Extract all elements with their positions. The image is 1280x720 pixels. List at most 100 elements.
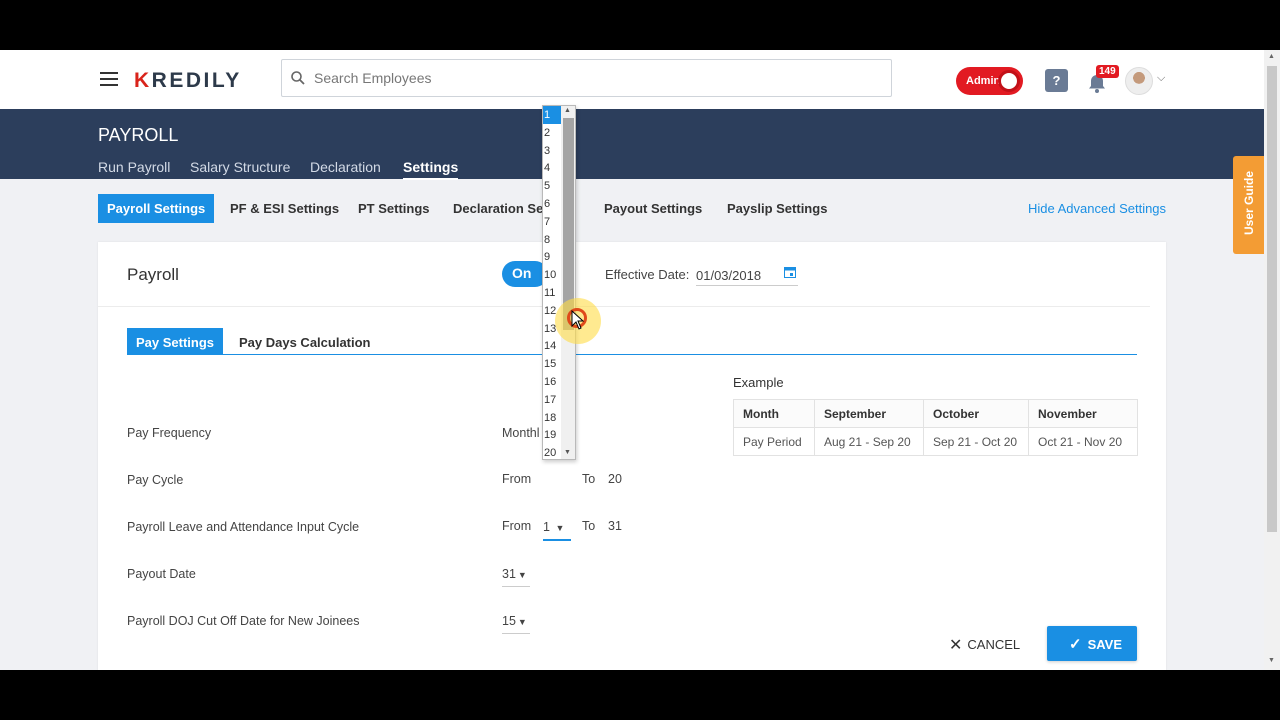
scroll-down-icon[interactable]: ▼ xyxy=(1268,657,1275,664)
subtab-payroll-settings[interactable]: Payroll Settings xyxy=(98,194,215,223)
effective-date-label: Effective Date: xyxy=(605,267,690,282)
subtab-pf-esi-settings[interactable]: PF & ESI Settings xyxy=(221,194,348,223)
menu-icon[interactable] xyxy=(100,72,118,86)
close-icon: ✕ xyxy=(949,637,963,654)
dropdown-option[interactable]: 11 xyxy=(543,284,561,302)
table-header: Month xyxy=(733,399,815,428)
payout-date-value: 31 xyxy=(502,567,516,581)
doj-cutoff-label: Payroll DOJ Cut Off Date for New Joinees xyxy=(127,614,360,628)
tab-settings[interactable]: Settings xyxy=(403,159,459,180)
leave-cycle-to-label: To xyxy=(582,519,596,533)
leave-cycle-from-label: From xyxy=(502,519,532,533)
scroll-down-icon[interactable]: ▼ xyxy=(564,449,571,456)
doj-cutoff-select[interactable]: 15 ▼ xyxy=(502,614,530,634)
payout-date-select[interactable]: 31 ▼ xyxy=(502,567,530,587)
example-table: Month September October November Pay Per… xyxy=(733,399,1138,456)
leave-cycle-to-value[interactable]: 31 xyxy=(608,519,622,533)
scroll-up-icon[interactable]: ▲ xyxy=(1268,53,1275,60)
leave-cycle-label: Payroll Leave and Attendance Input Cycle xyxy=(127,520,360,534)
dropdown-option[interactable]: 18 xyxy=(543,409,561,427)
subtab-declaration-settings[interactable]: Declaration Se xyxy=(444,194,552,223)
dropdown-option[interactable]: 20 xyxy=(543,444,561,459)
logo-rest: REDILY xyxy=(151,69,242,92)
dropdown-option[interactable]: 19 xyxy=(543,426,561,444)
dropdown-option[interactable]: 14 xyxy=(543,337,561,355)
table-cell: Oct 21 - Nov 20 xyxy=(1028,427,1138,456)
payout-date-label: Payout Date xyxy=(127,567,196,581)
cancel-button[interactable]: ✕ CANCEL xyxy=(949,635,1020,655)
notification-badge: 149 xyxy=(1096,65,1119,78)
effective-date-field[interactable]: 01/03/2018 xyxy=(696,264,798,286)
check-icon: ✓ xyxy=(1069,636,1082,653)
app-viewport: KREDILY Admin ? 149 ⌵ PAYROLL Run Payrol… xyxy=(0,50,1280,670)
dropdown-option[interactable]: 10 xyxy=(543,266,561,284)
table-header: September xyxy=(814,399,924,428)
scroll-up-icon[interactable]: ▲ xyxy=(564,107,571,114)
tab-salary-structure[interactable]: Salary Structure xyxy=(190,159,290,175)
user-guide-tab[interactable]: User Guide xyxy=(1233,156,1264,254)
tab-declaration[interactable]: Declaration xyxy=(310,159,381,175)
dropdown-options: 1 2 3 4 5 6 7 8 9 10 11 12 13 14 15 16 17 18 19 20 xyxy=(543,106,561,459)
dropdown-option[interactable]: 5 xyxy=(543,177,561,195)
user-guide-label: User Guide xyxy=(1242,170,1256,236)
save-button[interactable]: ✓ SAVE xyxy=(1047,626,1137,661)
dropdown-option[interactable]: 7 xyxy=(543,213,561,231)
pay-frequency-select[interactable]: Monthl xyxy=(502,426,540,440)
scrollbar-thumb[interactable] xyxy=(1267,66,1277,532)
dropdown-option[interactable]: 4 xyxy=(543,159,561,177)
subtab-payout-settings[interactable]: Payout Settings xyxy=(595,194,711,223)
subtab-pt-settings[interactable]: PT Settings xyxy=(349,194,439,223)
admin-label: Admin xyxy=(966,75,1001,87)
dropdown-option[interactable]: 9 xyxy=(543,248,561,266)
table-row: Pay Period Aug 21 - Sep 20 Sep 21 - Oct … xyxy=(733,427,1138,456)
pay-frequency-label: Pay Frequency xyxy=(127,426,212,440)
admin-toggle[interactable]: Admin xyxy=(956,67,1023,95)
table-header: October xyxy=(923,399,1029,428)
tab-underline xyxy=(127,354,1137,355)
search-box xyxy=(281,59,892,97)
from-day-dropdown-list[interactable]: 1 2 3 4 5 6 7 8 9 10 11 12 13 14 15 16 17 18 19 20 ▲ ▼ xyxy=(542,105,576,460)
divider xyxy=(98,306,1150,307)
tab-pay-days-calculation[interactable]: Pay Days Calculation xyxy=(230,328,380,355)
table-cell: Pay Period xyxy=(733,427,815,456)
chevron-down-icon[interactable]: ⌵ xyxy=(1157,72,1165,85)
dropdown-option[interactable]: 15 xyxy=(543,355,561,373)
table-cell: Sep 21 - Oct 20 xyxy=(923,427,1029,456)
toggle-knob xyxy=(998,70,1020,92)
page-scrollbar[interactable]: ▲ ▼ xyxy=(1264,50,1280,670)
tab-pay-settings[interactable]: Pay Settings xyxy=(127,328,224,355)
dropdown-option[interactable]: 3 xyxy=(543,142,561,160)
subtab-payslip-settings[interactable]: Payslip Settings xyxy=(718,194,836,223)
cancel-label: CANCEL xyxy=(967,637,1021,652)
top-bar: KREDILY Admin ? 149 ⌵ xyxy=(0,50,1264,109)
hide-advanced-settings-link[interactable]: Hide Advanced Settings xyxy=(1028,201,1166,216)
dropdown-option[interactable]: 6 xyxy=(543,195,561,213)
dropdown-scrollbar[interactable]: ▲ ▼ xyxy=(561,106,575,459)
logo-k: K xyxy=(134,69,152,92)
leave-cycle-from-select[interactable]: 1 ▼ xyxy=(543,520,571,541)
dropdown-option[interactable]: 1 xyxy=(543,106,561,124)
search-input[interactable] xyxy=(314,68,874,88)
doj-cutoff-value: 15 xyxy=(502,614,516,628)
dropdown-option[interactable]: 16 xyxy=(543,373,561,391)
save-label: SAVE xyxy=(1087,637,1123,652)
dropdown-option[interactable]: 2 xyxy=(543,124,561,142)
caret-down-icon: ▼ xyxy=(517,617,527,627)
help-button[interactable]: ? xyxy=(1045,69,1068,92)
pay-cycle-from-label: From xyxy=(502,472,532,486)
leave-cycle-from-value: 1 xyxy=(543,520,550,534)
avatar[interactable] xyxy=(1125,67,1153,95)
pay-cycle-to-value[interactable]: 20 xyxy=(608,472,622,486)
tab-run-payroll[interactable]: Run Payroll xyxy=(98,159,170,175)
dropdown-option[interactable]: 8 xyxy=(543,231,561,249)
page-header: PAYROLL Run Payroll Salary Structure Dec… xyxy=(0,109,1264,180)
section-heading: Payroll xyxy=(127,265,179,284)
pay-cycle-to-label: To xyxy=(582,472,596,486)
table-header: November xyxy=(1028,399,1138,428)
app-logo[interactable]: KREDILY xyxy=(134,69,242,93)
dropdown-option[interactable]: 17 xyxy=(543,391,561,409)
table-header-row: Month September October November xyxy=(733,399,1138,428)
example-title: Example xyxy=(733,375,784,390)
caret-down-icon: ▼ xyxy=(517,570,527,580)
calendar-icon[interactable] xyxy=(784,266,796,278)
